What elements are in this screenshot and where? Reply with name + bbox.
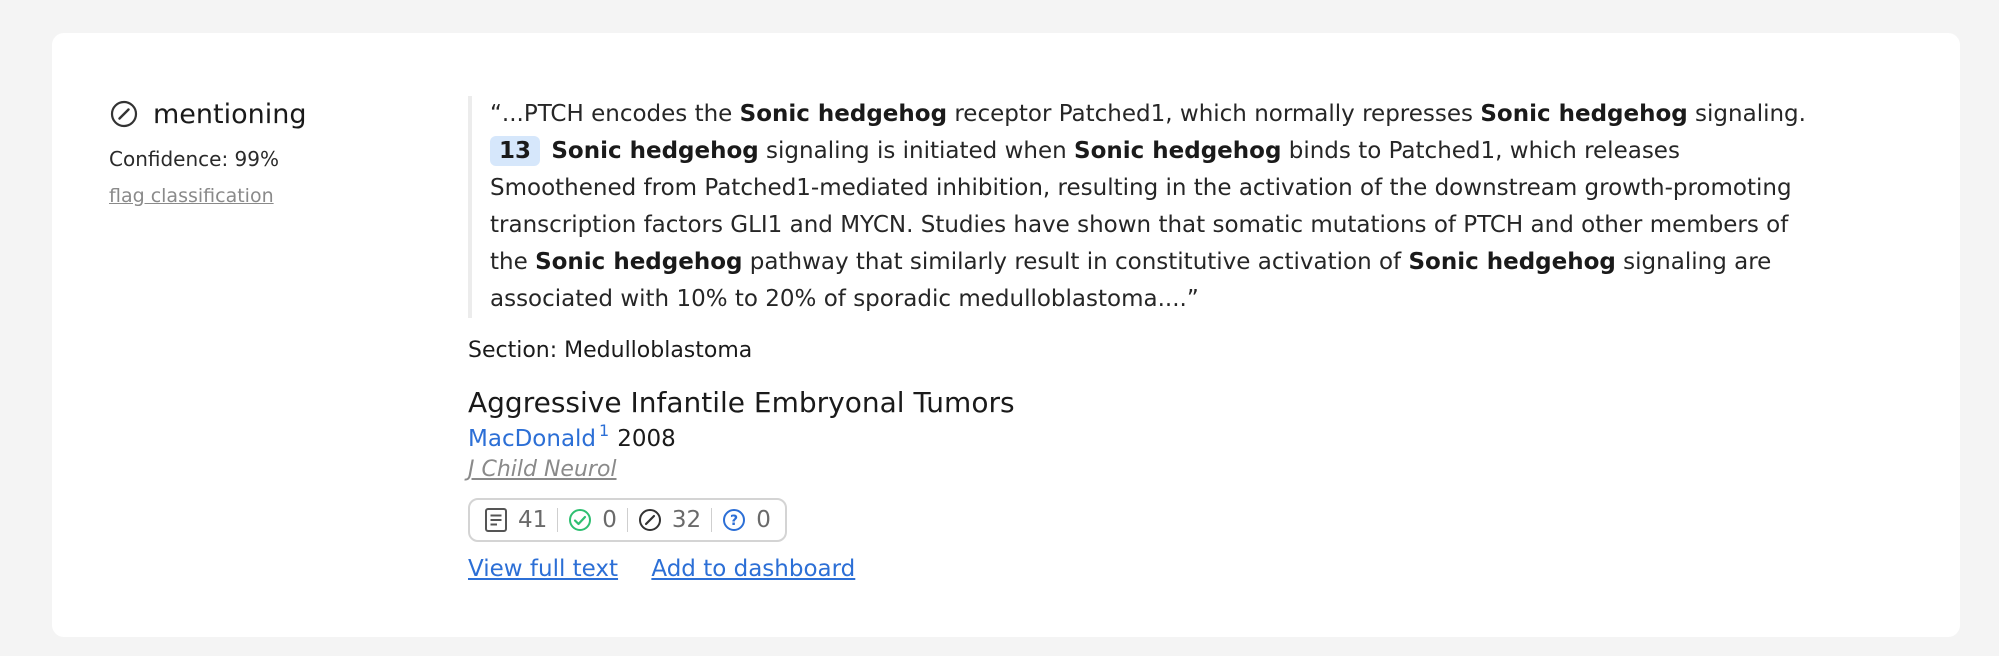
publication-year: 2008 (617, 426, 676, 452)
author-affiliation-sup: 1 (599, 421, 610, 440)
mentioning-icon (638, 509, 661, 531)
confidence-text: Confidence: 99% (109, 147, 279, 171)
journal-link[interactable]: J Child Neurol (468, 457, 617, 482)
citation-card: mentioning Confidence: 99% flag classifi… (52, 33, 1960, 637)
publications-count: 41 (518, 507, 548, 533)
highlight-term: Sonic hedgehog (551, 138, 759, 164)
citation-stats[interactable]: 41 0 32 ? 0 (468, 498, 787, 542)
highlight-term: Sonic hedgehog (739, 101, 948, 127)
snippet-panel: “...PTCH encodes the Sonic hedgehog rece… (468, 96, 1808, 582)
citation-snippet: “...PTCH encodes the Sonic hedgehog rece… (468, 96, 1808, 318)
add-to-dashboard-link[interactable]: Add to dashboard (651, 556, 855, 582)
view-full-text-link[interactable]: View full text (468, 556, 618, 582)
contrasting-count: 0 (756, 507, 771, 533)
mentioning-stat: 32 (628, 507, 711, 533)
open-quote: “ (490, 101, 502, 127)
supporting-check-icon (569, 509, 592, 531)
highlight-term: Sonic hedgehog (535, 249, 743, 275)
highlight-term: Sonic hedgehog (1408, 249, 1616, 275)
snippet-text: pathway that similarly result in constit… (742, 249, 1409, 275)
snippet-text: signaling. (1687, 101, 1806, 127)
flag-classification-link[interactable]: flag classification (109, 185, 274, 207)
supporting-stat: 0 (558, 507, 627, 533)
paper-title: Aggressive Infantile Embryonal Tumors (468, 386, 1015, 419)
section-label: Section: Medulloblastoma (468, 338, 753, 363)
classification-panel: mentioning Confidence: 99% flag classifi… (109, 96, 409, 208)
mentioning-count: 32 (671, 507, 702, 533)
snippet-text: receptor Patched1, which normally repres… (947, 101, 1481, 127)
author-link[interactable]: MacDonald (468, 426, 596, 452)
supporting-count: 0 (602, 507, 617, 533)
author-year-row: MacDonald 1 2008 (468, 421, 1808, 456)
classification-row: mentioning (109, 96, 409, 132)
contrasting-stat: ? 0 (712, 507, 773, 533)
highlight-term: Sonic hedgehog (1074, 138, 1282, 164)
classification-label: mentioning (153, 98, 307, 130)
publications-stat: 41 (482, 507, 557, 533)
close-quote: ” (1186, 286, 1199, 312)
question-icon: ? (723, 509, 746, 531)
svg-text:?: ? (730, 513, 738, 529)
document-icon (485, 508, 507, 532)
action-links: View full text Add to dashboard (468, 556, 1808, 582)
mentioning-icon (109, 99, 139, 129)
highlight-term: Sonic hedgehog (1480, 101, 1688, 127)
snippet-text: ...PTCH encodes the (501, 101, 740, 127)
snippet-text: signaling is initiated when (758, 138, 1075, 164)
citation-number-badge[interactable]: 13 (490, 136, 541, 166)
